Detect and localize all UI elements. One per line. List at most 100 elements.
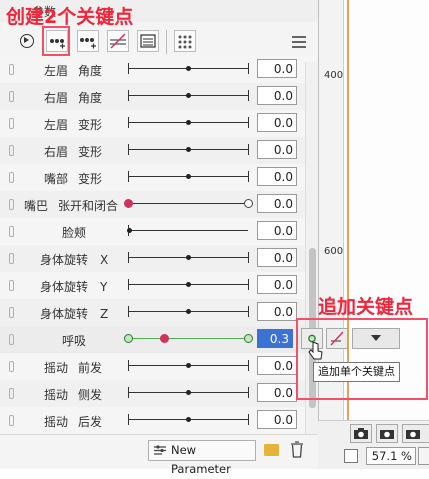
parameter-value-input[interactable]: 0.0 xyxy=(257,140,297,159)
parameter-row[interactable]: 身体旋转 Z 0.0 xyxy=(0,299,314,327)
parameter-value-input[interactable]: 0.0 xyxy=(257,410,297,429)
slider-handle[interactable] xyxy=(186,390,191,395)
drag-handle-icon[interactable] xyxy=(9,199,14,210)
annotation-create-two-keypoints: 创建2个关键点 xyxy=(6,6,134,28)
parameter-group: 嘴巴 xyxy=(24,199,49,213)
slider-handle[interactable] xyxy=(186,309,191,314)
parameter-value-input[interactable]: 0.0 xyxy=(257,59,297,78)
parameter-group: 摇动 xyxy=(43,361,68,375)
camera-fit-button[interactable] xyxy=(402,424,429,443)
drag-handle-icon[interactable] xyxy=(9,91,14,102)
parameter-name: 身体旋转 X xyxy=(40,253,109,267)
slider-handle[interactable] xyxy=(160,334,169,343)
trash-icon[interactable] xyxy=(290,441,304,458)
slider-handle[interactable] xyxy=(186,417,191,422)
folder-icon[interactable] xyxy=(264,444,279,456)
parameter-row[interactable]: 嘴部 变形 0.0 xyxy=(0,164,314,192)
panel-footer: New Parameter xyxy=(0,434,318,476)
parameter-group: 摇动 xyxy=(43,388,68,402)
parameter-row-selected[interactable]: 呼吸 0.3 xyxy=(0,326,314,354)
parameter-group: 左眉 xyxy=(43,64,68,78)
parameter-row[interactable]: 摇动 后发 0.0 xyxy=(0,407,314,435)
drag-handle-icon[interactable] xyxy=(9,415,14,426)
slider-handle[interactable] xyxy=(186,363,191,368)
drag-handle-icon[interactable] xyxy=(9,226,14,237)
drag-handle-icon[interactable] xyxy=(9,172,14,183)
parameter-name: 变形 xyxy=(78,118,103,132)
zoom-decrease-button[interactable] xyxy=(418,447,429,465)
slider-handle[interactable] xyxy=(186,120,191,125)
slider-handle[interactable] xyxy=(186,66,191,71)
parameter-value-input[interactable]: 0.0 xyxy=(257,167,297,186)
panel-menu-icon[interactable] xyxy=(292,36,306,51)
grid-view-button[interactable] xyxy=(174,30,196,52)
canvas-checkbox[interactable] xyxy=(344,449,358,463)
slider-handle[interactable] xyxy=(127,228,132,233)
parameter-value-input[interactable]: 0.0 xyxy=(257,248,297,267)
slider-handle[interactable] xyxy=(186,282,191,287)
parameter-row[interactable]: 左眉 变形 0.0 xyxy=(0,110,314,138)
parameter-name: 身体旋转 Y xyxy=(40,280,108,294)
slider-handle[interactable] xyxy=(186,147,191,152)
parameter-group: 右眉 xyxy=(43,91,68,105)
camera-button[interactable] xyxy=(350,424,372,443)
new-parameter-label: New Parameter xyxy=(171,443,231,476)
parameter-row[interactable]: 脸颊 0.0 xyxy=(0,218,314,246)
drag-handle-icon[interactable] xyxy=(9,388,14,399)
collapse-toggle-icon[interactable] xyxy=(20,34,34,48)
drag-handle-icon[interactable] xyxy=(9,307,14,318)
zoom-level-input[interactable]: 57.1 % xyxy=(366,447,416,465)
keypoint-marker[interactable] xyxy=(244,334,253,343)
parameter-slider[interactable] xyxy=(128,230,248,231)
parameter-value-input[interactable]: 0.0 xyxy=(257,113,297,132)
parameter-slider[interactable] xyxy=(128,338,248,339)
ruler-label: 600 xyxy=(324,246,344,257)
parameter-row[interactable]: 摇动 前发 0.0 xyxy=(0,353,314,381)
parameter-group: 嘴部 xyxy=(43,172,68,186)
drag-handle-icon[interactable] xyxy=(9,361,14,372)
slider-handle[interactable] xyxy=(186,174,191,179)
parameter-name: 脸颊 xyxy=(62,226,87,240)
parameter-value-input[interactable]: 0.0 xyxy=(257,194,297,213)
parameter-slider[interactable] xyxy=(128,203,248,204)
parameter-row[interactable]: 右眉 变形 0.0 xyxy=(0,137,314,165)
parameter-value-input[interactable]: 0.0 xyxy=(257,86,297,105)
parameter-name: 身体旋转 Z xyxy=(40,307,109,321)
keypoint-marker[interactable] xyxy=(244,199,253,208)
parameter-row[interactable]: 右眉 角度 0.0 xyxy=(0,83,314,111)
parameter-name: 后发 xyxy=(78,415,103,429)
slider-handle[interactable] xyxy=(186,93,191,98)
parameter-row[interactable]: 摇动 侧发 0.0 xyxy=(0,380,314,408)
drag-handle-icon[interactable] xyxy=(9,145,14,156)
add-keypoints-button[interactable] xyxy=(77,30,99,52)
parameter-value-input[interactable]: 0.3 xyxy=(257,329,293,348)
parameter-value-input[interactable]: 0.0 xyxy=(257,221,297,240)
parameter-name: 角度 xyxy=(78,64,103,78)
drag-handle-icon[interactable] xyxy=(9,118,14,129)
camera-reset-button[interactable] xyxy=(376,424,398,443)
new-parameter-button[interactable]: New Parameter xyxy=(148,440,256,476)
parameter-value-input[interactable]: 0.0 xyxy=(257,383,297,402)
ruler-label: 400 xyxy=(324,70,344,81)
annotation-highlight-controls xyxy=(296,318,428,400)
parameter-row[interactable]: 嘴巴 张开和闭合 0.0 xyxy=(0,191,314,219)
parameter-row[interactable]: 左眉 角度 0.0 xyxy=(0,56,314,84)
parameter-name: 侧发 xyxy=(78,388,103,402)
parameter-value-input[interactable]: 0.0 xyxy=(257,275,297,294)
parameter-row[interactable]: 身体旋转 Y 0.0 xyxy=(0,272,314,300)
drag-handle-icon[interactable] xyxy=(9,253,14,264)
drag-handle-icon[interactable] xyxy=(9,280,14,291)
parameter-list-button[interactable] xyxy=(137,30,159,52)
parameter-row[interactable]: 身体旋转 X 0.0 xyxy=(0,245,314,273)
parameter-name: 呼吸 xyxy=(62,334,87,348)
parameter-value-input[interactable]: 0.0 xyxy=(257,356,297,375)
drag-handle-icon[interactable] xyxy=(9,64,14,75)
parameter-name: 前发 xyxy=(78,361,103,375)
parameter-name: 张开和闭合 xyxy=(58,199,119,213)
parameter-value-input[interactable]: 0.0 xyxy=(257,302,297,321)
drag-handle-icon[interactable] xyxy=(9,334,14,345)
keypoint-marker[interactable] xyxy=(124,199,133,208)
delete-keypoint-button[interactable] xyxy=(107,30,129,52)
keypoint-marker[interactable] xyxy=(124,334,133,343)
slider-handle[interactable] xyxy=(186,255,191,260)
